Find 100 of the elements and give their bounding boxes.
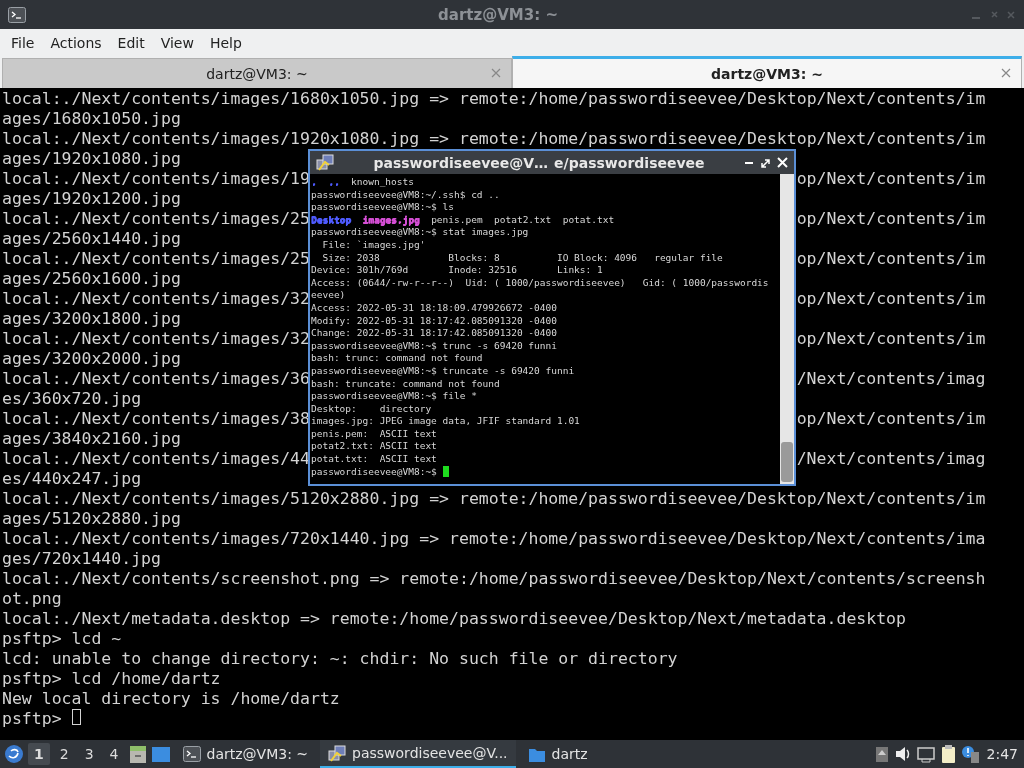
notification-icon: [960, 744, 979, 764]
terminal-line: local:./Next/contents/images/1680x1050.jpg => remote:/home/passwordiseevee/Desktop/Next/contents/im: [2, 89, 986, 109]
terminal-line: local:./Next/contents/images/720x1440.jpg => remote:/home/passwordiseevee/Desktop/Next/contents/ima: [2, 529, 986, 549]
terminal-line: bash: truncate: command not found: [311, 377, 501, 391]
terminal-line: ages/3840x2160.jpg: [2, 429, 181, 449]
window-title: dartz@VM3: ~: [437, 5, 559, 24]
window-title: passwordiseevee@V…: [373, 154, 549, 171]
terminal-line: potat.txt: ASCII text: [311, 453, 438, 466]
cursor-icon: [71, 709, 81, 725]
terminal-icon: [182, 745, 201, 763]
workspace-button[interactable]: 1: [28, 743, 50, 765]
menu-item[interactable]: Actions: [43, 31, 109, 54]
terminal-line: Access: (0644/-rw-r--r--) Uid: ( 1000/passwordiseevee) Gid: ( 1000/passwordis: [311, 276, 770, 290]
close-icon: [777, 157, 788, 168]
terminal-line: local:./Next/contents/images/36: [2, 369, 310, 389]
terminal-line: passwordiseevee@VM8:~$ file *: [311, 390, 478, 403]
terminal-line: es/440x247.jpg: [2, 469, 142, 489]
menu-item[interactable]: File: [4, 31, 42, 54]
terminal-line: lcd: unable to change directory: ~: chdir: No such file or directory: [2, 649, 678, 669]
tab[interactable]: dartz@VM3: ~: [512, 56, 1022, 88]
terminal-line: /Next/contents/imag: [796, 449, 986, 469]
window-title: e/passwordiseevee: [554, 154, 705, 171]
terminal-line: Desktop: directory: [311, 402, 433, 416]
terminal-line: Modify: 2022-05-31 18:17:42.085091320 -0400: [311, 314, 558, 328]
terminal-line: Access: 2022-05-31 18:18:09.479926672 -0400: [311, 301, 558, 315]
terminal-line: local:./Next/contents/images/1920x1080.jpg => remote:/home/passwordiseevee/Desktop/Next/contents/im: [2, 129, 986, 149]
terminal-line: Desktop images.jpg penis.pem potat2.txt potat.txt: [311, 213, 616, 227]
terminal-line: local:./Next/contents/images/44: [2, 449, 310, 469]
terminal-line: passwordiseevee@VM8:~$ ls: [311, 201, 455, 214]
terminal-line: bash: trunc: command not found: [311, 352, 484, 365]
terminal-line: local:./Next/contents/screenshot.png => remote:/home/passwordiseevee/Desktop/Next/contents/screensh: [2, 569, 986, 589]
taskbar-button[interactable]: passwordiseevee@V...: [320, 740, 516, 768]
terminal-line: penis.pem: ASCII text: [311, 427, 438, 441]
terminal-line: local:./Next/contents/images/32: [2, 329, 310, 349]
terminal-line: ages/2560x1600.jpg: [2, 269, 181, 289]
workspace-button[interactable]: 2: [53, 743, 75, 765]
terminal-line: potat2.txt: ASCII text: [311, 440, 438, 454]
terminal-line: psftp> lcd /home/dartz: [2, 669, 221, 689]
terminal-line: local:./Next/metadata.desktop => remote:/home/passwordiseevee/Desktop/Next/metadata.desktop: [2, 609, 906, 629]
terminal-line: psftp> lcd ~: [2, 629, 122, 649]
clock[interactable]: 2:47: [986, 746, 1018, 762]
terminal-line: /Next/contents/imag: [796, 369, 986, 389]
terminal-line: ages/1680x1050.jpg: [2, 109, 181, 129]
terminal-line: es/360x720.jpg: [2, 389, 142, 409]
workspace-button[interactable]: 3: [78, 743, 100, 765]
terminal-line: op/Next/contents/im: [796, 209, 986, 229]
terminal-line: passwordiseevee@VM8:~$ truncate -s 69420 funni: [311, 364, 576, 378]
close-icon: [1001, 68, 1011, 78]
terminal-line: op/Next/contents/im: [796, 249, 986, 269]
terminal-line: op/Next/contents/im: [796, 169, 986, 189]
workspace-button[interactable]: 4: [103, 743, 125, 765]
maximize-icon: [760, 156, 771, 169]
terminal-line: ges/720x1440.jpg: [2, 549, 161, 569]
terminal-line: local:./Next/contents/images/25: [2, 249, 310, 269]
terminal-line: local:./Next/contents/images/38: [2, 409, 310, 429]
menu-item[interactable]: Edit: [110, 31, 152, 54]
terminal-line: New local directory is /home/dartz: [2, 689, 340, 709]
taskbar-button[interactable]: dartz@VM3: ~: [174, 740, 317, 768]
terminal-line: Size: 2038 Blocks: 8 IO Block: 4096 regular file: [321, 251, 724, 265]
terminal-line: passwordiseevee@VM8:~$ stat images.jpg: [311, 226, 530, 239]
terminal-line: local:./Next/contents/images/25: [2, 209, 310, 229]
terminal-line: psftp>: [2, 709, 63, 729]
menu-item[interactable]: View: [153, 31, 201, 54]
computer-icon: [328, 744, 347, 762]
terminal-line: ages/2560x1440.jpg: [2, 229, 181, 249]
volume-icon: [893, 744, 912, 764]
terminal-line: passwordiseevee@VM8:~$: [311, 465, 438, 479]
tab[interactable]: dartz@VM3: ~: [2, 58, 512, 88]
terminal-line: local:./Next/contents/images/5120x2880.jpg => remote:/home/passwordiseevee/Desktop/Next/contents/im: [2, 489, 986, 509]
window-icon: [150, 744, 171, 764]
clipboard-icon: [939, 744, 957, 764]
terminal-line: passwordiseevee@VM8:~$ trunc -s 69420 funni: [311, 339, 558, 353]
terminal-line: ages/5120x2880.jpg: [2, 509, 181, 529]
terminal-line: op/Next/contents/im: [796, 329, 986, 349]
terminal-line: . .. known_hosts: [311, 176, 415, 189]
terminal-line: ages/3200x2000.jpg: [2, 349, 181, 369]
scrollbar-thumb[interactable]: [781, 442, 793, 482]
terminal-line: Change: 2022-05-31 18:17:42.085091320 -0400: [311, 327, 558, 340]
network-icon: [915, 744, 936, 764]
terminal-line: local:./Next/contents/images/32: [2, 289, 310, 309]
terminal-line: ages/1920x1080.jpg: [2, 149, 181, 169]
close-icon: [491, 68, 501, 78]
terminal-line: op/Next/contents/im: [796, 409, 986, 429]
terminal-line: local:./Next/contents/images/19: [2, 169, 310, 189]
terminal-line: ages/1920x1200.jpg: [2, 189, 181, 209]
terminal-line: eevee): [311, 289, 347, 302]
cursor-icon: [442, 465, 449, 477]
terminal-line: images.jpg: JPEG image data, JFIF standard 1.01: [311, 415, 581, 428]
computer-icon: [316, 154, 334, 171]
eject-icon: [873, 744, 890, 764]
terminal-line: ot.png: [2, 589, 62, 609]
terminal-icon: [8, 6, 26, 23]
taskbar-button[interactable]: dartz: [519, 740, 596, 768]
drawer-icon: [128, 744, 147, 764]
start-icon: [4, 744, 24, 764]
terminal-line: ages/3200x1800.jpg: [2, 309, 181, 329]
menu-item[interactable]: Help: [202, 31, 249, 54]
terminal-line: op/Next/contents/im: [796, 289, 986, 309]
terminal-line: passwordiseevee@VM8:~/.ssh$ cd ..: [311, 188, 501, 202]
terminal-line: Device: 301h/769d Inode: 32516 Links: 1: [311, 264, 604, 277]
